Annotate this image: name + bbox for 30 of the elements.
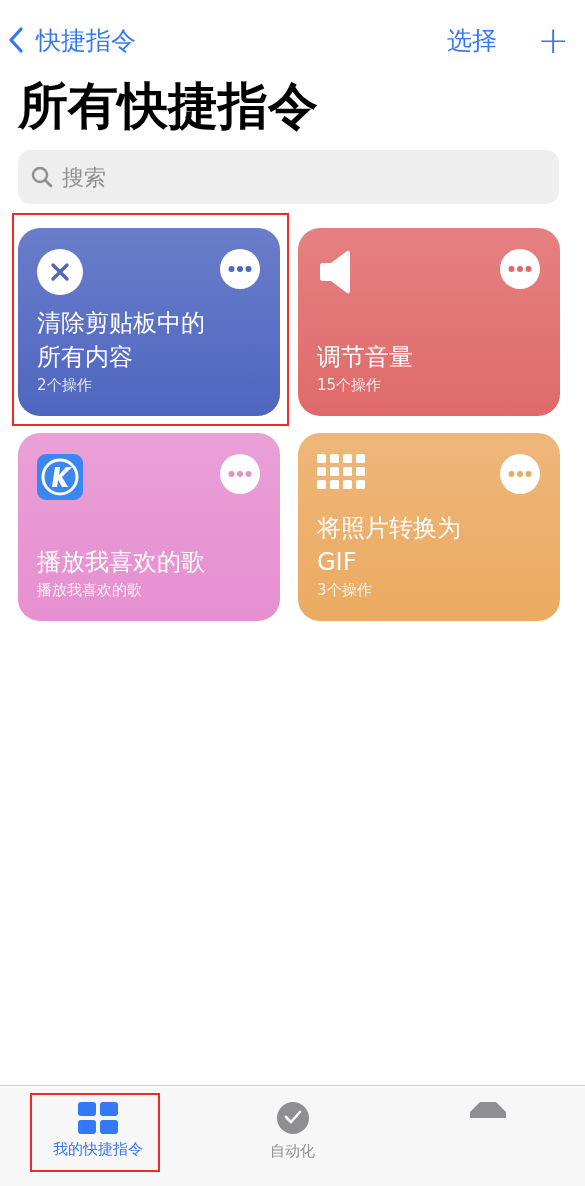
more-button[interactable] [500,249,540,289]
grid-icon [317,454,365,490]
shortcut-subtitle: 3个操作 [317,580,373,601]
more-button[interactable] [220,249,260,289]
shortcut-card[interactable]: 调节音量 15个操作 [298,228,560,416]
add-button[interactable]: + [537,22,569,58]
shortcut-card[interactable]: 清除剪贴板中的所有内容 2个操作 [18,228,280,416]
select-button[interactable]: 选择 [447,23,498,57]
tab-item[interactable]: 我的快捷指令 [52,1102,143,1159]
shortcut-title: 播放我喜欢的歌 [37,547,206,578]
more-button[interactable] [220,454,260,494]
back-button[interactable]: 快捷指令 [8,23,136,57]
shortcut-subtitle: 播放我喜欢的歌 [37,580,143,601]
grid-icon [77,1102,118,1134]
app-icon [37,454,83,500]
shortcut-title: 清除剪贴板中的所有内容 [37,308,206,373]
tab-item[interactable] [469,1102,506,1118]
tab-item[interactable]: 自动化 [270,1102,315,1161]
search-field[interactable]: 搜索 [18,150,559,204]
close-icon [37,249,83,295]
clock-icon [274,1102,311,1136]
page-title: 所有快捷指令 [18,78,319,134]
speaker-icon [317,249,353,295]
shortcut-subtitle: 15个操作 [317,375,383,396]
shortcut-title: 调节音量 [317,342,414,373]
shortcut-subtitle: 2个操作 [37,375,93,396]
gallery-icon [469,1102,506,1118]
shortcut-card[interactable]: 播放我喜欢的歌 播放我喜欢的歌 [18,433,280,621]
chevron-left-icon [8,26,24,54]
shortcut-title: 将照片转换为 GIF [317,513,462,578]
